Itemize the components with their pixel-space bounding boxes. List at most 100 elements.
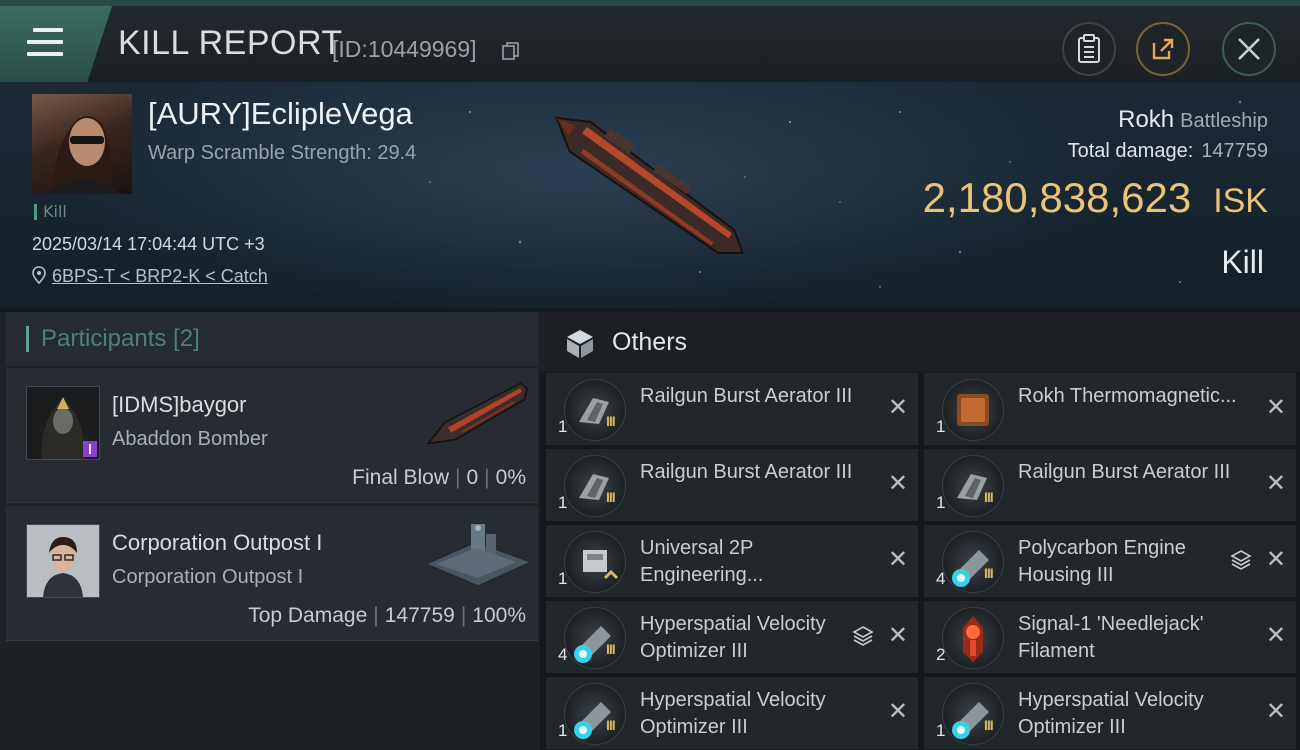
report-id: [ID:10449969] <box>332 36 477 62</box>
share-button[interactable] <box>1136 22 1190 76</box>
total-damage-label: Total damage: <box>1067 140 1194 162</box>
clipboard-icon <box>1078 34 1100 63</box>
participants-panel: Participants [2] [IDMS]baygor Abaddon Bo… <box>0 312 540 750</box>
item-card[interactable]: 1 III Railgun Burst Aerator III ✕ <box>546 449 918 521</box>
item-name: Railgun Burst Aerator III <box>640 385 853 407</box>
participant-damage: 147759 <box>384 604 455 627</box>
destroyed-x-icon: ✕ <box>887 469 908 497</box>
others-title: Others <box>612 328 688 356</box>
participant-role: Top Damage <box>248 604 368 627</box>
item-card[interactable]: 1 III Hyperspatial Velocity Optimizer II… <box>924 677 1296 749</box>
item-quantity: 1 <box>936 721 946 740</box>
participant-name[interactable]: Corporation Outpost I <box>112 530 322 556</box>
velocity-optimizer-icon <box>564 607 626 669</box>
ship-type: Rokh <box>1118 106 1175 133</box>
engineering-module-icon <box>564 531 626 593</box>
item-name: Hyperspatial Velocity Optimizer III <box>640 613 826 662</box>
item-quantity: 4 <box>558 645 568 664</box>
item-quantity: 1 <box>558 569 568 588</box>
item-card[interactable]: 1 Universal 2P Engineering... ✕ <box>546 525 918 597</box>
railgun-aerator-icon <box>942 455 1004 517</box>
outpost-structure-image <box>424 524 533 587</box>
kill-summary-panel: [AURY]EclipleVega Warp Scramble Strength… <box>0 82 1300 308</box>
item-card[interactable]: 1 Rokh Thermomagnetic... ✕ <box>924 373 1296 445</box>
participant-percent: 100% <box>472 604 526 627</box>
victim-portrait[interactable] <box>32 94 132 194</box>
engine-housing-icon <box>942 531 1004 593</box>
isk-amount: 2,180,838,623 <box>922 174 1192 221</box>
item-tier: III <box>606 717 616 733</box>
isk-unit: ISK <box>1213 182 1268 220</box>
participant-ship-image <box>426 382 529 445</box>
others-header: Others <box>540 312 1300 372</box>
participant-avatar[interactable] <box>26 524 100 598</box>
item-name: Hyperspatial Velocity Optimizer III <box>1018 689 1204 738</box>
item-quantity: 1 <box>558 493 568 512</box>
cargo-box-icon <box>567 330 593 358</box>
item-tier: III <box>606 489 616 505</box>
item-card[interactable]: 1 III Hyperspatial Velocity Optimizer II… <box>546 677 918 749</box>
participant-avatar[interactable] <box>26 386 100 460</box>
copy-icon[interactable] <box>502 42 520 60</box>
item-quantity: 1 <box>558 417 568 436</box>
kill-tag: Kill <box>34 204 67 220</box>
item-card[interactable]: 4 III Hyperspatial Velocity Optimizer II… <box>546 601 918 673</box>
participant-damage: 0 <box>466 466 479 489</box>
hooded-pilot-avatar <box>27 387 99 459</box>
item-quantity: 4 <box>936 569 946 588</box>
victim-name[interactable]: [AURY]EclipleVega <box>148 96 413 132</box>
location-row[interactable]: 6BPS-T < BRP2-K < Catch <box>32 266 268 287</box>
item-tier: III <box>984 565 994 581</box>
kill-datetime: 2025/03/14 17:04:44 UTC +3 <box>32 234 265 254</box>
railgun-aerator-icon <box>564 379 626 441</box>
close-button[interactable] <box>1222 22 1276 76</box>
page-title: KILL REPORT <box>118 24 343 62</box>
others-panel: Others 1 III Railgun Burst Aerator III ✕… <box>540 312 1300 750</box>
item-name: Polycarbon Engine Housing III <box>1018 537 1186 586</box>
close-icon <box>1238 38 1260 60</box>
victim-ship-image <box>554 116 745 255</box>
item-card[interactable]: 2 Signal-1 'Needlejack' Filament ✕ <box>924 601 1296 673</box>
participant-row[interactable]: [IDMS]baygor Abaddon Bomber Final Blow | 0… <box>6 368 538 503</box>
destroyed-x-icon: ✕ <box>887 621 908 649</box>
velocity-optimizer-icon <box>564 683 626 745</box>
blueprint-icon <box>942 379 1004 441</box>
destroyed-x-icon: ✕ <box>887 697 908 725</box>
share-icon <box>1152 38 1174 60</box>
ship-class: Battleship <box>1180 110 1268 132</box>
destroyed-x-icon: ✕ <box>1265 621 1286 649</box>
destroyed-x-icon: ✕ <box>1265 469 1286 497</box>
result-label: Kill <box>1221 244 1264 280</box>
participant-stats: Top Damage | 147759 | 100% <box>248 604 526 627</box>
participant-row[interactable]: Corporation Outpost I Corporation Outpos… <box>6 506 538 641</box>
item-tier: III <box>984 717 994 733</box>
destroyed-x-icon: ✕ <box>887 545 908 573</box>
stack-layers-icon <box>852 626 874 646</box>
participant-ship: Abaddon Bomber <box>112 428 268 450</box>
participant-name[interactable]: [IDMS]baygor <box>112 392 247 418</box>
participant-role: Final Blow <box>352 466 450 489</box>
item-tier: III <box>984 489 994 505</box>
item-card[interactable]: 1 III Railgun Burst Aerator III ✕ <box>546 373 918 445</box>
destroyed-x-icon: ✕ <box>1265 545 1286 573</box>
participant-ship: Corporation Outpost I <box>112 566 304 588</box>
top-bar: KILL REPORT [ID:10449969] <box>0 0 1300 82</box>
ship-name[interactable]: Rokh Battleship <box>1118 106 1268 134</box>
item-card[interactable]: 1 III Railgun Burst Aerator III ✕ <box>924 449 1296 521</box>
item-name: Hyperspatial Velocity Optimizer III <box>640 689 826 738</box>
item-quantity: 1 <box>936 493 946 512</box>
item-quantity: 1 <box>558 721 568 740</box>
total-damage: Total damage: 147759 <box>1068 140 1268 163</box>
location-link[interactable]: 6BPS-T < BRP2-K < Catch <box>52 266 268 286</box>
item-quantity: 2 <box>936 645 946 664</box>
velocity-optimizer-icon <box>942 683 1004 745</box>
item-name: Signal-1 'Needlejack' Filament <box>1018 613 1204 662</box>
menu-button[interactable] <box>0 6 112 82</box>
clipboard-button[interactable] <box>1062 22 1116 76</box>
destroyed-x-icon: ✕ <box>887 393 908 421</box>
map-pin-icon <box>32 266 46 285</box>
isk-value: 2,180,838,623 ISK <box>923 174 1268 222</box>
item-card[interactable]: 4 III Polycarbon Engine Housing III ✕ <box>924 525 1296 597</box>
warp-scramble-strength: Warp Scramble Strength: 29.4 <box>148 142 417 164</box>
stack-layers-icon <box>1230 550 1252 570</box>
